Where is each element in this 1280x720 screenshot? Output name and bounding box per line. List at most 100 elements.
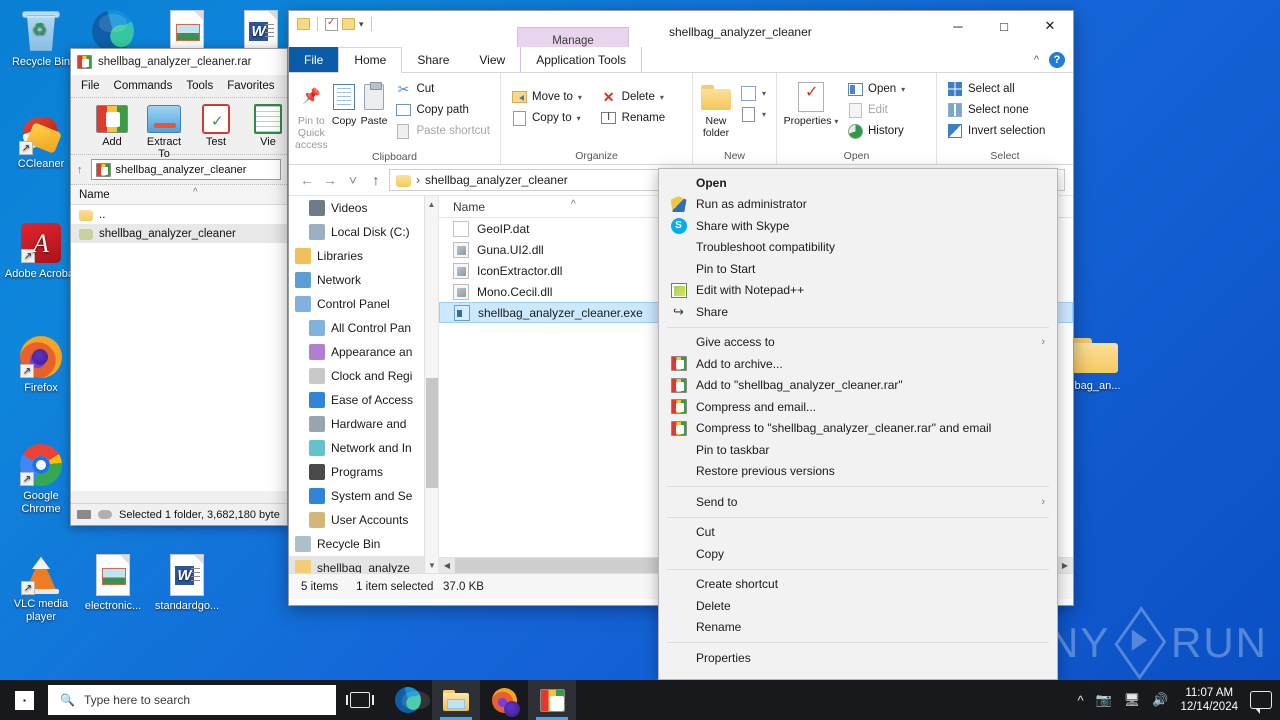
desktop-icon-electronic[interactable]: electronic... [76,550,150,613]
context-menu-item-send-to[interactable]: Send to › [659,491,1057,513]
context-menu-item-run-as-administrator[interactable]: Run as administrator [659,194,1057,216]
desktop-icon-google-chrome[interactable]: ↗ Google Chrome [4,440,78,516]
winrar-test-button[interactable]: Test [197,102,235,148]
nav-item-libraries[interactable]: Libraries [289,244,438,268]
qat-new-folder-icon[interactable] [342,18,355,30]
qat-folder-icon[interactable] [297,18,310,30]
recent-locations-chevron-down-icon[interactable]: ˅ [343,169,363,191]
context-menu-item-delete[interactable]: Delete [659,595,1057,617]
properties-button[interactable]: Properties ▾ [783,77,839,128]
context-menu-item-cut[interactable]: Cut [659,522,1057,544]
winrar-path-box[interactable]: shellbag_analyzer_cleaner [90,159,281,180]
chevron-down-icon[interactable]: ▾ [901,85,905,94]
scroll-left-icon[interactable]: ◀ [439,558,455,573]
cut-button[interactable]: ✂ Cut [391,79,494,99]
nav-item-ease-of-access[interactable]: Ease of Access [289,388,438,412]
ribbon-tab-right-controls[interactable]: ^ ? [1034,47,1065,73]
context-menu-item-pin-to-taskbar[interactable]: Pin to taskbar [659,439,1057,461]
up-button[interactable]: ↑ [366,169,386,191]
context-menu-item-troubleshoot-compatibility[interactable]: Troubleshoot compatibility [659,237,1057,259]
winrar-titlebar[interactable]: shellbag_analyzer_cleaner.rar [71,49,287,75]
context-menu-item-share-with-skype[interactable]: S Share with Skype [659,215,1057,237]
context-menu-item-share[interactable]: ↪ Share [659,301,1057,323]
context-menu[interactable]: Open Run as administrator S Share with Skyp… [658,168,1058,680]
maximize-button[interactable]: □ [981,11,1027,41]
paste-button[interactable]: Paste [361,77,387,127]
context-menu-item-give-access-to[interactable]: Give access to › [659,332,1057,354]
show-hidden-icons-chevron-up-icon[interactable]: ^ [1077,693,1083,708]
nav-item-videos[interactable]: Videos [289,196,438,220]
nav-item-all-control-pan[interactable]: All Control Pan [289,316,438,340]
nav-item-recycle-bin[interactable]: Recycle Bin [289,532,438,556]
tab-share[interactable]: Share [402,47,464,72]
desktop-icon-firefox[interactable]: ↗ Firefox [4,332,78,395]
context-menu-item-compress-and-email[interactable]: Compress and email... [659,396,1057,418]
chevron-down-icon[interactable]: ▾ [762,89,766,98]
winrar-menu-tools[interactable]: Tools [186,80,213,92]
nav-item-hardware-and[interactable]: Hardware and [289,412,438,436]
notifications-icon[interactable] [1250,691,1272,714]
qat-customize-chevron-down-icon[interactable]: ▾ [359,19,364,30]
context-menu-item-add-to-shellbag-analyzer-cleaner-rar[interactable]: Add to "shellbag_analyzer_cleaner.rar" [659,375,1057,397]
volume-icon[interactable]: 🔊 [1152,692,1168,708]
minimize-button[interactable]: ─ [935,11,981,41]
context-menu-item-copy[interactable]: Copy [659,543,1057,565]
winrar-toolbar[interactable]: Add Extract To Test Vie [71,97,287,160]
winrar-address-bar[interactable]: ↑ shellbag_analyzer_cleaner [71,155,287,185]
rename-button[interactable]: Rename [597,108,686,128]
desktop-icon-recycle-bin[interactable]: ♻ Recycle Bin [4,6,78,69]
nav-item-system-and-se[interactable]: System and Se [289,484,438,508]
copy-button[interactable]: Copy [332,77,357,127]
window-controls[interactable]: ─ □ ✕ [935,11,1073,41]
context-menu-item-edit-with-notepad[interactable]: Edit with Notepad++ [659,280,1057,302]
copy-to-button[interactable]: Copy to ▾ [507,108,593,128]
context-menu-item-create-shortcut[interactable]: Create shortcut [659,574,1057,596]
context-menu-item-rename[interactable]: Rename [659,617,1057,639]
help-icon[interactable]: ? [1049,52,1065,68]
collapse-ribbon-chevron-up-icon[interactable]: ^ [1034,54,1039,66]
desktop-icon-vlc[interactable]: ↗ VLC media player [4,548,78,624]
context-menu-item-restore-previous-versions[interactable]: Restore previous versions [659,461,1057,483]
tab-file[interactable]: File [289,47,339,72]
nav-item-clock-and-regi[interactable]: Clock and Regi [289,364,438,388]
quick-access-toolbar[interactable]: ▾ [289,11,375,31]
chevron-down-icon[interactable]: ▾ [578,93,582,102]
nav-item-control-panel[interactable]: Control Panel [289,292,438,316]
open-button[interactable]: Open ▾ [843,79,909,99]
tab-application-tools[interactable]: Application Tools [520,47,643,72]
nav-item-user-accounts[interactable]: User Accounts [289,508,438,532]
select-all-button[interactable]: Select all [943,79,1049,99]
desktop-icon-adobe-acrobat[interactable]: ↗ Adobe Acrobat [4,218,78,281]
winrar-column-header-name[interactable]: Name ^ [71,185,287,205]
ribbon[interactable]: 📌 Pin to Quick access Copy Paste ✂ Cut C… [289,73,1073,165]
nav-item-network-and-in[interactable]: Network and In [289,436,438,460]
context-menu-item-properties[interactable]: Properties [659,647,1057,669]
context-menu-item-compress-to-shellbag-analyzer-cleaner-ra[interactable]: Compress to "shellbag_analyzer_cleaner.r… [659,418,1057,440]
winrar-extract-to-button[interactable]: Extract To [145,102,183,160]
close-button[interactable]: ✕ [1027,11,1073,41]
tab-home[interactable]: Home [338,47,403,73]
winrar-menubar[interactable]: File Commands Tools Favorites [71,75,287,97]
nav-item-network[interactable]: Network [289,268,438,292]
explorer-titlebar[interactable]: ▾ Manage shellbag_analyzer_cleaner ─ □ ✕ [289,11,1073,53]
context-menu-item-open[interactable]: Open [659,172,1057,194]
winrar-file-list[interactable]: .. shellbag_analyzer_cleaner [71,205,287,491]
taskbar[interactable]: 🔍 Type here to search ^ 📷 🖥 🔊 11:07 AM 1… [0,680,1280,720]
scroll-down-icon[interactable]: ▼ [425,557,438,573]
start-button[interactable] [0,680,48,720]
navigation-tree[interactable]: Videos Local Disk (C:) Libraries Network Con… [289,196,438,573]
nav-item-appearance-an[interactable]: Appearance an [289,340,438,364]
invert-selection-button[interactable]: Invert selection [943,121,1049,141]
scroll-right-icon[interactable]: ▶ [1057,558,1073,573]
context-menu-item-pin-to-start[interactable]: Pin to Start [659,258,1057,280]
winrar-view-button[interactable]: Vie [249,102,287,148]
chevron-down-icon[interactable]: ▾ [762,110,766,119]
network-icon[interactable]: 🖥 [1124,692,1141,708]
back-button[interactable]: ← [297,169,317,191]
forward-button[interactable]: → [320,169,340,191]
clock[interactable]: 11:07 AM 12/14/2024 [1180,686,1238,714]
nav-item-programs[interactable]: Programs [289,460,438,484]
winrar-window[interactable]: shellbag_analyzer_cleaner.rar File Comma… [70,48,288,526]
task-view-button[interactable] [336,680,384,720]
nav-item-local-disk-c[interactable]: Local Disk (C:) [289,220,438,244]
